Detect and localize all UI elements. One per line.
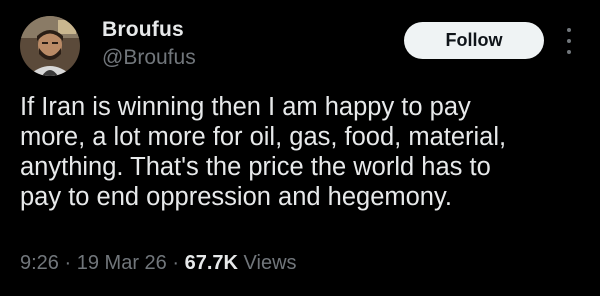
avatar[interactable] xyxy=(20,16,80,76)
author-name[interactable]: Broufus xyxy=(102,18,184,42)
tweet-line: anything. That's the price the world has… xyxy=(20,153,491,181)
tweet-card: Broufus @Broufus Follow If Iran is winni… xyxy=(0,0,600,296)
more-dot xyxy=(567,28,571,32)
views-count: 67.7K xyxy=(184,252,238,274)
more-dot xyxy=(567,39,571,43)
tweet-line: more, a lot more for oil, gas, food, mat… xyxy=(20,123,507,151)
tweet-date[interactable]: 19 Mar 26 xyxy=(77,252,167,274)
tweet-text: If Iran is winning then I am happy to pa… xyxy=(20,92,590,212)
author-handle[interactable]: @Broufus xyxy=(102,46,196,70)
more-vertical-icon[interactable] xyxy=(562,26,576,56)
tweet-time[interactable]: 9:26 xyxy=(20,252,59,274)
more-dot xyxy=(567,50,571,54)
meta-separator: · xyxy=(64,252,72,274)
views-label: Views xyxy=(243,252,297,274)
meta-separator: · xyxy=(172,252,180,274)
tweet-line: pay to end oppression and hegemony. xyxy=(20,183,452,211)
avatar-image xyxy=(20,16,80,76)
tweet-meta: 9:26 · 19 Mar 26 · 67.7K Views xyxy=(20,252,297,275)
follow-button[interactable]: Follow xyxy=(404,22,544,59)
tweet-line: If Iran is winning then I am happy to pa… xyxy=(20,93,471,121)
